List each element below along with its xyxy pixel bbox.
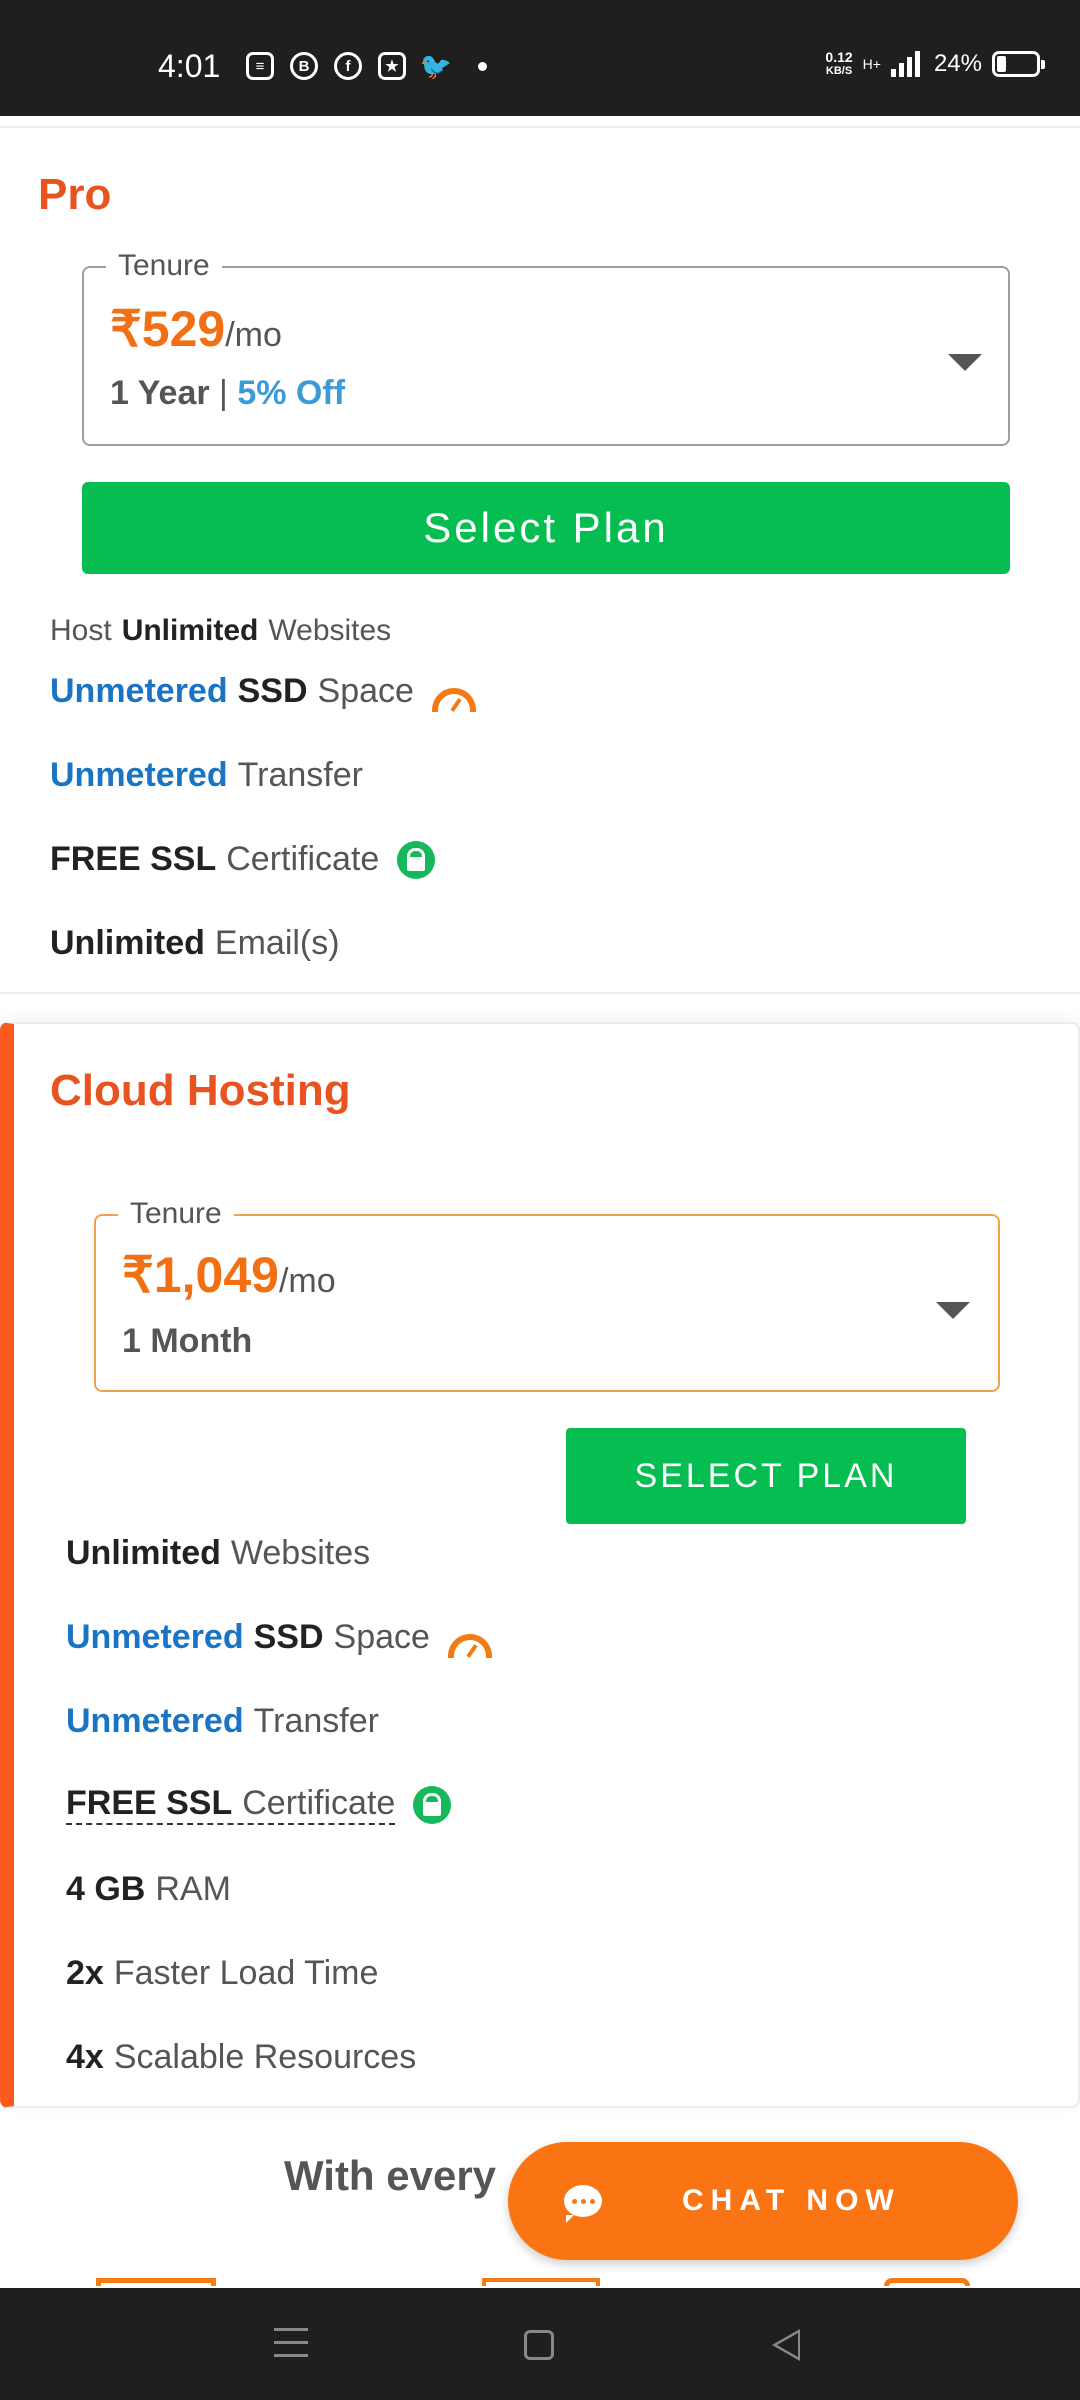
feature-highlight: Unmetered (50, 672, 228, 710)
net-speed-value: 0.12 (825, 49, 853, 65)
feature-text: Certificate (226, 840, 380, 878)
home-button[interactable] (524, 2330, 554, 2360)
feature-icon-peek (884, 2278, 970, 2286)
status-right: 0.12 KB/S H+ 24% (825, 50, 1045, 78)
tenure-dropdown[interactable]: Tenure ₹529/mo 1 Year | 5% Off (82, 249, 1010, 446)
photo-icon: ★ (378, 52, 406, 80)
system-nav-bar (0, 2288, 1080, 2400)
feature-icon-peek (482, 2278, 600, 2286)
feature-ssl: FREE SSL Certificate (50, 840, 436, 879)
net-speed-unit: KB/S (825, 65, 853, 77)
feature-websites: Unlimited Websites (66, 1534, 380, 1573)
feature-text: Websites (230, 1534, 371, 1572)
tenure-dropdown[interactable]: Tenure ₹1,049/mo 1 Month (94, 1197, 1000, 1392)
select-plan-button[interactable]: Select Plan (82, 482, 1010, 574)
lock-icon (397, 840, 436, 879)
feature-text: Transfer (253, 1702, 379, 1740)
feature-bold: Unlimited (66, 1534, 221, 1572)
tenure-term: 1 Month (122, 1322, 253, 1360)
feature-text: Faster Load Time (113, 1954, 379, 1992)
feature-bold: SSD (237, 672, 308, 710)
select-plan-button[interactable]: SELECT PLAN (566, 1428, 966, 1524)
feature-scalable: 4x Scalable Resources (66, 2038, 426, 2077)
twitter-icon: 🐦 (419, 50, 453, 81)
discount-label: 5% Off (237, 374, 346, 412)
chat-now-button[interactable]: CHAT NOW (508, 2142, 1018, 2260)
chat-now-label: CHAT NOW (682, 2184, 901, 2217)
feature-bold: 4 GB (66, 1870, 146, 1908)
feature-bold: Unlimited (50, 924, 205, 962)
feature-ssd-space: Unmetered SSD Space (66, 1618, 492, 1658)
chevron-down-icon (948, 354, 982, 371)
recent-apps-button[interactable] (274, 2328, 308, 2367)
feature-text: Email(s) (214, 924, 340, 962)
speedometer-icon (447, 1633, 492, 1658)
ssl-tooltip-trigger[interactable]: FREE SSL Certificate (66, 1784, 396, 1825)
tenure-term: 1 Year | 5% Off (110, 374, 345, 413)
facebook-icon: f (334, 52, 362, 80)
feature-bold: 4x (66, 2038, 104, 2076)
feature-highlight: Unmetered (50, 756, 228, 794)
more-notifications-dot (478, 61, 487, 71)
network-type: H+ (862, 56, 881, 72)
feature-text: RAM (155, 1870, 231, 1908)
plan-title: Cloud Hosting (50, 1066, 351, 1115)
feature-load-time: 2x Faster Load Time (66, 1954, 388, 1993)
feature-bold: Unlimited (121, 614, 259, 647)
feature-text: Websites (268, 614, 392, 647)
feature-highlight: Unmetered (66, 1702, 244, 1740)
tenure-label: Tenure (118, 1197, 234, 1231)
feature-icon-peek (96, 2278, 216, 2286)
plan-price: ₹1,049/mo (122, 1246, 336, 1304)
notification-icons: ≡ B f ★ 🐦 (246, 50, 487, 81)
net-speed: 0.12 KB/S (825, 50, 852, 78)
status-bar: 4:01 ≡ B f ★ 🐦 0.12 KB/S H+ 24% (0, 0, 1080, 116)
price-value: ₹529 (110, 301, 226, 357)
b-icon: B (290, 52, 318, 80)
chat-bubble-icon (564, 2185, 602, 2223)
feature-text: Transfer (237, 756, 363, 794)
battery-percent: 24% (933, 50, 982, 77)
feature-text: Host (50, 614, 112, 647)
status-time: 4:01 (158, 48, 221, 84)
feature-bold: 2x (66, 1954, 104, 1992)
speedometer-icon (431, 687, 476, 712)
feature-text: Space (317, 672, 414, 710)
feature-transfer: Unmetered Transfer (50, 756, 373, 795)
cloud-hosting-card: Cloud Hosting Tenure ₹1,049/mo 1 Month S… (0, 1022, 1080, 2108)
price-value: ₹1,049 (122, 1247, 279, 1303)
chevron-down-icon (936, 1302, 970, 1319)
term-value: 1 Year (110, 374, 210, 412)
feature-bold: FREE SSL (66, 1784, 233, 1822)
feature-email: Unlimited Email(s) (50, 924, 350, 963)
feature-ssd-space: Unmetered SSD Space (50, 672, 476, 712)
battery-icon (992, 51, 1045, 77)
section-heading: With every (284, 2152, 497, 2199)
message-icon: ≡ (246, 52, 274, 80)
feature-bold: FREE SSL (50, 840, 217, 878)
feature-text: Scalable Resources (113, 2038, 417, 2076)
price-period: /mo (225, 316, 282, 354)
pro-plan-card: Pro Tenure ₹529/mo 1 Year | 5% Off Selec… (0, 126, 1080, 994)
feature-text: Space (333, 1618, 430, 1656)
feature-highlight: Unmetered (66, 1618, 244, 1656)
plan-title: Pro (38, 170, 112, 219)
feature-transfer: Unmetered Transfer (66, 1702, 389, 1741)
feature-ssl: FREE SSL Certificate (66, 1784, 452, 1825)
feature-ram: 4 GB RAM (66, 1870, 241, 1909)
feature-host-websites: Host Unlimited Websites (50, 614, 401, 648)
plan-price: ₹529/mo (110, 300, 282, 358)
tenure-label: Tenure (106, 249, 222, 283)
price-period: /mo (278, 1262, 336, 1300)
back-button[interactable] (772, 2329, 800, 2361)
feature-bold: SSD (253, 1618, 324, 1656)
feature-text: Certificate (242, 1784, 396, 1822)
term-separator: | (219, 374, 228, 412)
lock-icon (413, 1785, 452, 1824)
signal-icon (890, 51, 920, 77)
